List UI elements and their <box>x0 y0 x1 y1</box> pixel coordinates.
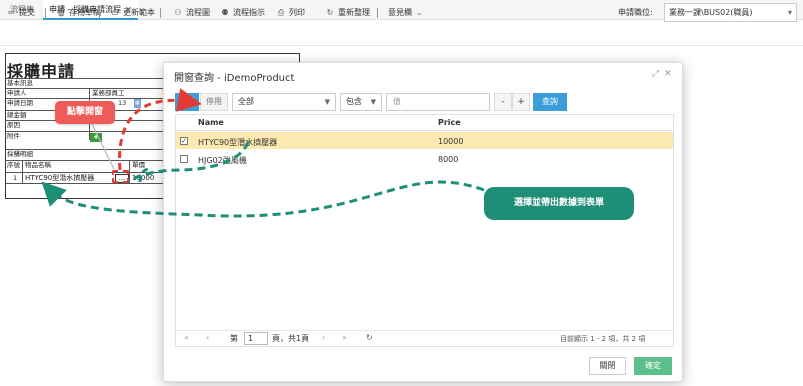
attach-icon[interactable]: ✚ <box>90 133 102 142</box>
submit-label: 提交 <box>19 8 35 17</box>
page-input[interactable]: 1 <box>244 332 268 345</box>
submit-button[interactable]: ⇦ 提交 <box>6 6 35 20</box>
dept-label: 申請職位: <box>618 8 653 17</box>
col-no-header: 序號 <box>7 161 20 169</box>
close-button[interactable]: 關閉 <box>589 357 626 375</box>
operator-select[interactable]: 包含 ▼ <box>340 93 382 111</box>
refresh-icon: ↻ <box>326 8 334 17</box>
page-prefix: 第 <box>230 334 238 343</box>
prev-page-icon[interactable]: ‹ <box>206 333 209 342</box>
trash-icon: 🗑 <box>56 8 67 17</box>
toolbar <box>0 20 803 46</box>
opinion-label: 意見欄 <box>388 8 412 17</box>
send-icon: ⇦ <box>7 8 15 17</box>
flow-hint-button[interactable]: ⚉ 流程指示 <box>220 6 265 20</box>
divider <box>129 160 130 184</box>
dept-select[interactable]: 業務一課\BUS02(職員) ▾ <box>664 3 797 22</box>
print-icon: ⎙ <box>277 8 285 17</box>
flow-hint-label: 流程指示 <box>233 8 265 17</box>
page-suffix: 頁，共1頁 <box>272 334 310 343</box>
confirm-button[interactable]: 確定 <box>634 357 672 375</box>
dialog-title: 開窗查詢 - iDemoProduct <box>174 73 295 84</box>
row-price: 8000 <box>438 155 459 164</box>
flowchart-icon: ⚇ <box>174 8 182 17</box>
print-label: 列印 <box>289 8 305 17</box>
next-page-icon[interactable]: › <box>322 333 325 342</box>
row-no: 1 <box>13 174 18 182</box>
row-price: 10000 <box>438 137 464 146</box>
save-draft-label: 存為草稿 <box>69 8 101 17</box>
expand-icon[interactable]: ⤢ <box>652 69 659 79</box>
section-detail-label: 採購明細 <box>7 150 33 158</box>
date-value[interactable]: 13 <box>118 99 126 108</box>
reorganize-label: 重新整理 <box>338 8 370 17</box>
row-name: HTYC90型潛水擠壓器 <box>198 138 278 147</box>
value-input[interactable]: 值 <box>386 93 490 111</box>
toolbar-divider <box>377 8 378 18</box>
chevron-down-icon: ▾ <box>787 8 792 17</box>
chevron-down-icon: ⌄ <box>416 8 423 17</box>
lookup-highlight <box>112 170 129 183</box>
update-template-label: 更新範本 <box>123 8 155 17</box>
flowchart-label: 流程圖 <box>186 8 210 17</box>
pager-info: 目前顯示 1 - 2 項，共 2 項 <box>560 335 646 343</box>
save-draft-button[interactable]: 🗑 存為草稿 <box>56 6 101 20</box>
col-item-header: 物品名稱 <box>25 161 51 169</box>
calendar-icon[interactable]: ▦ <box>134 99 141 108</box>
row-price: 10000 <box>132 174 155 182</box>
toolbar-divider <box>99 8 100 18</box>
chevron-down-icon: ▼ <box>370 98 376 106</box>
filter-disabled-toggle[interactable]: 停用 <box>200 93 228 111</box>
grid-header <box>176 115 673 131</box>
col-name-header: Name <box>198 118 224 127</box>
last-page-icon[interactable]: » <box>342 333 347 342</box>
print-button[interactable]: ⎙ 列印 <box>276 6 305 20</box>
dept-value: 業務一課\BUS02(職員) <box>669 8 753 17</box>
col-price-header: Price <box>438 118 461 127</box>
filter-enabled-toggle[interactable]: 啟用 <box>175 93 199 111</box>
row-item: HTYC90型潛水擠壓器 <box>25 174 95 182</box>
chevron-down-icon: ▼ <box>324 98 330 106</box>
select-bring-callout: 選擇並帶出數據到表單 <box>484 187 634 220</box>
field-select-value: 全部 <box>238 97 254 106</box>
people-icon: ⚉ <box>221 8 229 17</box>
toolbar-divider <box>160 8 161 18</box>
flowchart-button[interactable]: ⚇ 流程圖 <box>173 6 210 20</box>
opinion-dropdown[interactable]: 意見欄 ⌄ <box>388 6 423 20</box>
update-template-button[interactable]: ▭ 更新範本 <box>110 6 155 20</box>
applicant-label: 申請人 <box>7 89 27 97</box>
reason-label: 原因 <box>7 121 20 129</box>
reorganize-button[interactable]: ↻ 重新整理 <box>325 6 370 20</box>
toolbar-divider <box>45 8 46 18</box>
col-price-header: 單價 <box>132 161 145 169</box>
applicant-value: 業務部員工 <box>92 89 125 97</box>
divider <box>22 160 23 184</box>
plus-button[interactable]: + <box>512 93 530 111</box>
operator-select-value: 包含 <box>346 97 362 106</box>
first-page-icon[interactable]: « <box>184 333 189 342</box>
query-button[interactable]: 查詢 <box>533 93 567 111</box>
close-icon[interactable]: ✕ <box>664 69 672 79</box>
click-open-callout: 點擊開窗 <box>55 101 115 124</box>
refresh-icon[interactable]: ↻ <box>366 333 373 342</box>
table-row[interactable] <box>176 150 673 167</box>
amount-label: 總金額 <box>7 111 27 119</box>
minus-button[interactable]: - <box>494 93 512 111</box>
row-checkbox[interactable]: ✓ <box>180 137 188 145</box>
template-icon: ▭ <box>111 8 119 17</box>
row-checkbox[interactable] <box>180 155 188 163</box>
attachment-label: 附件 <box>7 132 20 140</box>
section-basic-label: 基本訊息 <box>7 79 33 87</box>
date-label: 申請日期 <box>7 99 33 107</box>
row-name: HJG02強風機 <box>198 156 247 165</box>
field-select[interactable]: 全部 ▼ <box>232 93 336 111</box>
